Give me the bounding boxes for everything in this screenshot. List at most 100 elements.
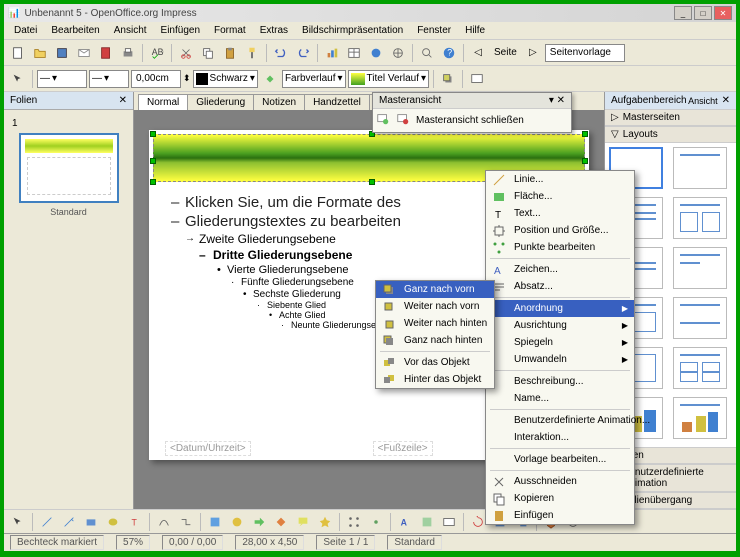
hyperlink-button[interactable] [366,43,386,63]
arrow-tool[interactable] [59,512,79,532]
help-button[interactable]: ? [439,43,459,63]
ctx-item-14[interactable]: Beschreibung... [486,373,634,390]
slide-nav-next-button[interactable]: ▷ [523,43,543,63]
gallery-tool[interactable] [439,512,459,532]
menu-datei[interactable]: Datei [8,23,43,38]
paste-button[interactable] [220,43,240,63]
ctx-item-18[interactable]: Interaktion... [486,429,634,446]
page-template-field[interactable] [545,44,625,62]
cut-button[interactable] [176,43,196,63]
delete-master-icon[interactable] [396,112,410,129]
pdf-button[interactable] [96,43,116,63]
new-button[interactable] [8,43,28,63]
layout-item[interactable] [673,347,727,389]
arrow-button[interactable] [8,69,28,89]
new-master-icon[interactable] [376,112,390,129]
section-layouts[interactable]: ▽Layouts [605,126,736,143]
footer-date[interactable]: <Datum/Uhrzeit> [165,441,251,456]
ctx-item-11[interactable]: Spiegeln▶ [486,334,634,351]
format-paint-button[interactable] [242,43,262,63]
fill-button[interactable] [260,69,280,89]
line-color-dropdown[interactable]: Schwarz▾ [193,70,258,88]
close-master-label[interactable]: Masteransicht schließen [416,115,524,126]
ctx-item-4[interactable]: Punkte bearbeiten [486,239,634,256]
section-masterseiten[interactable]: ▷Masterseiten [605,109,736,126]
zoom-button[interactable] [417,43,437,63]
text-tool[interactable]: T [125,512,145,532]
undo-button[interactable] [271,43,291,63]
line-tool[interactable] [37,512,57,532]
subctx-item-0[interactable]: Ganz nach vorn [376,281,494,298]
footer-mid[interactable]: <Fußzeile> [373,441,433,456]
menu-format[interactable]: Format [208,23,252,38]
line-style-dropdown[interactable]: —▾ [37,70,87,88]
close-button[interactable]: ✕ [714,6,732,20]
ellipse-tool[interactable] [103,512,123,532]
tab-notizen[interactable]: Notizen [253,94,305,110]
ctx-item-17[interactable]: Benutzerdefinierte Animation... [486,412,634,429]
ctx-item-12[interactable]: Umwandeln▶ [486,351,634,368]
maximize-button[interactable]: □ [694,6,712,20]
menu-einfuegen[interactable]: Einfügen [155,23,206,38]
slide-design-button[interactable] [467,69,487,89]
line-width-field[interactable] [131,70,181,88]
tab-handzettel[interactable]: Handzettel [304,94,370,110]
ctx-item-1[interactable]: Fläche... [486,188,634,205]
menu-fenster[interactable]: Fenster [411,23,457,38]
callout-tool[interactable] [293,512,313,532]
curve-tool[interactable] [154,512,174,532]
email-button[interactable] [74,43,94,63]
menu-extras[interactable]: Extras [254,23,294,38]
subctx-item-1[interactable]: Weiter nach vorn [376,298,494,315]
layout-item[interactable] [673,247,727,289]
minimize-button[interactable]: _ [674,6,692,20]
glue-tool[interactable] [366,512,386,532]
ctx-item-3[interactable]: Position und Größe... [486,222,634,239]
flowchart-tool[interactable] [271,512,291,532]
symbol-shapes-tool[interactable] [227,512,247,532]
task-panel-close-icon[interactable]: ✕ [722,95,730,106]
table-button[interactable] [344,43,364,63]
status-zoom[interactable]: 57% [116,535,150,550]
ctx-item-9[interactable]: Anordnung▶ [486,300,634,317]
fill-type-dropdown[interactable]: Farbverlauf▾ [282,70,346,88]
ctx-item-20[interactable]: Vorlage bearbeiten... [486,451,634,468]
subctx-item-5[interactable]: Vor das Objekt [376,354,494,371]
subctx-item-6[interactable]: Hinter das Objekt [376,371,494,388]
line-end-dropdown[interactable]: —▾ [89,70,129,88]
from-file-tool[interactable] [417,512,437,532]
copy-button[interactable] [198,43,218,63]
master-popup-dropdown-icon[interactable]: ▾ ✕ [549,95,565,106]
ctx-item-6[interactable]: AZeichen... [486,261,634,278]
chart-button[interactable] [322,43,342,63]
ctx-item-2[interactable]: TText... [486,205,634,222]
ctx-item-23[interactable]: Kopieren [486,490,634,507]
layout-item[interactable] [673,147,727,189]
tab-normal[interactable]: Normal [138,94,188,110]
slides-panel-close-icon[interactable]: ✕ [119,95,127,106]
spellcheck-button[interactable]: ABC [147,43,167,63]
ctx-item-24[interactable]: Einfügen [486,507,634,524]
ctx-item-10[interactable]: Ausrichtung▶ [486,317,634,334]
menu-bearbeiten[interactable]: Bearbeiten [45,23,105,38]
fontwork-tool[interactable]: A [395,512,415,532]
print-button[interactable] [118,43,138,63]
block-arrows-tool[interactable] [249,512,269,532]
menu-praesentation[interactable]: Bildschirmpräsentation [296,23,409,38]
subctx-item-3[interactable]: Ganz nach hinten [376,332,494,349]
tab-gliederung[interactable]: Gliederung [187,94,254,110]
basic-shapes-tool[interactable] [205,512,225,532]
slide-nav-button[interactable]: ◁ [468,43,488,63]
slide-thumbnail[interactable] [19,133,119,203]
gradient-dropdown[interactable]: Titel Verlauf▾ [348,70,429,88]
ctx-item-7[interactable]: Absatz... [486,278,634,295]
layout-item[interactable] [673,397,727,439]
open-button[interactable] [30,43,50,63]
stars-tool[interactable] [315,512,335,532]
layout-item[interactable] [673,197,727,239]
connector-tool[interactable] [176,512,196,532]
layout-item[interactable] [673,297,727,339]
menu-hilfe[interactable]: Hilfe [459,23,491,38]
subctx-item-2[interactable]: Weiter nach hinten [376,315,494,332]
task-view-label[interactable]: Ansicht [688,96,718,106]
